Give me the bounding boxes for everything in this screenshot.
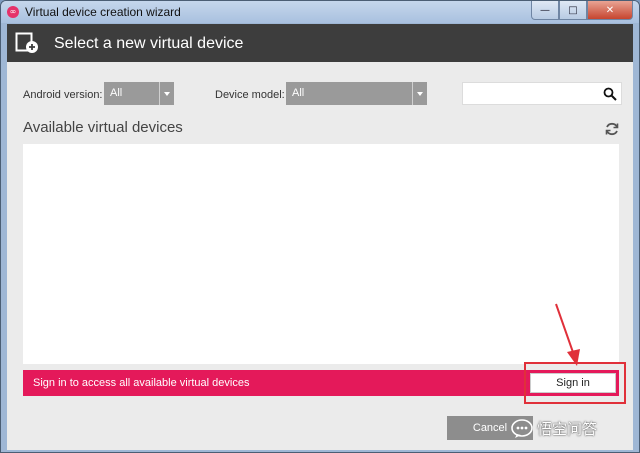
page-title: Select a new virtual device (54, 35, 244, 52)
minimize-button[interactable]: — (531, 1, 559, 20)
speech-bubble-icon (511, 418, 533, 438)
add-device-icon (15, 32, 38, 53)
refresh-icon[interactable] (604, 121, 620, 137)
wizard-content: Android version: All Device model: All A… (7, 62, 633, 450)
window-title: Virtual device creation wizard (25, 5, 181, 19)
watermark-text: 悟空问答 (537, 420, 598, 438)
device-model-dropdown[interactable]: All (286, 82, 427, 105)
device-list[interactable] (23, 144, 619, 364)
annotation-arrow-icon (555, 303, 580, 366)
watermark: 悟空问答 (511, 418, 597, 439)
wizard-window: ∞ Virtual device creation wizard — □ ✕ S… (0, 0, 640, 453)
wizard-header: Select a new virtual device (7, 24, 633, 62)
chevron-down-icon (412, 82, 427, 105)
search-input[interactable] (462, 82, 622, 105)
search-icon[interactable] (603, 87, 617, 101)
chevron-down-icon (159, 82, 174, 105)
annotation-highlight-box (524, 362, 626, 404)
android-version-value: All (110, 87, 123, 99)
close-button[interactable]: ✕ (587, 1, 633, 20)
maximize-button[interactable]: □ (559, 1, 587, 20)
title-bar[interactable]: ∞ Virtual device creation wizard — □ ✕ (1, 1, 639, 23)
available-devices-title: Available virtual devices (23, 119, 183, 136)
genymotion-logo-icon: ∞ (7, 6, 19, 18)
window-controls: — □ ✕ (531, 1, 633, 20)
signin-message: Sign in to access all available virtual … (33, 377, 250, 389)
device-model-value: All (292, 87, 305, 99)
device-model-label: Device model: (215, 89, 285, 101)
android-version-dropdown[interactable]: All (104, 82, 174, 105)
android-version-label: Android version: (23, 89, 103, 101)
